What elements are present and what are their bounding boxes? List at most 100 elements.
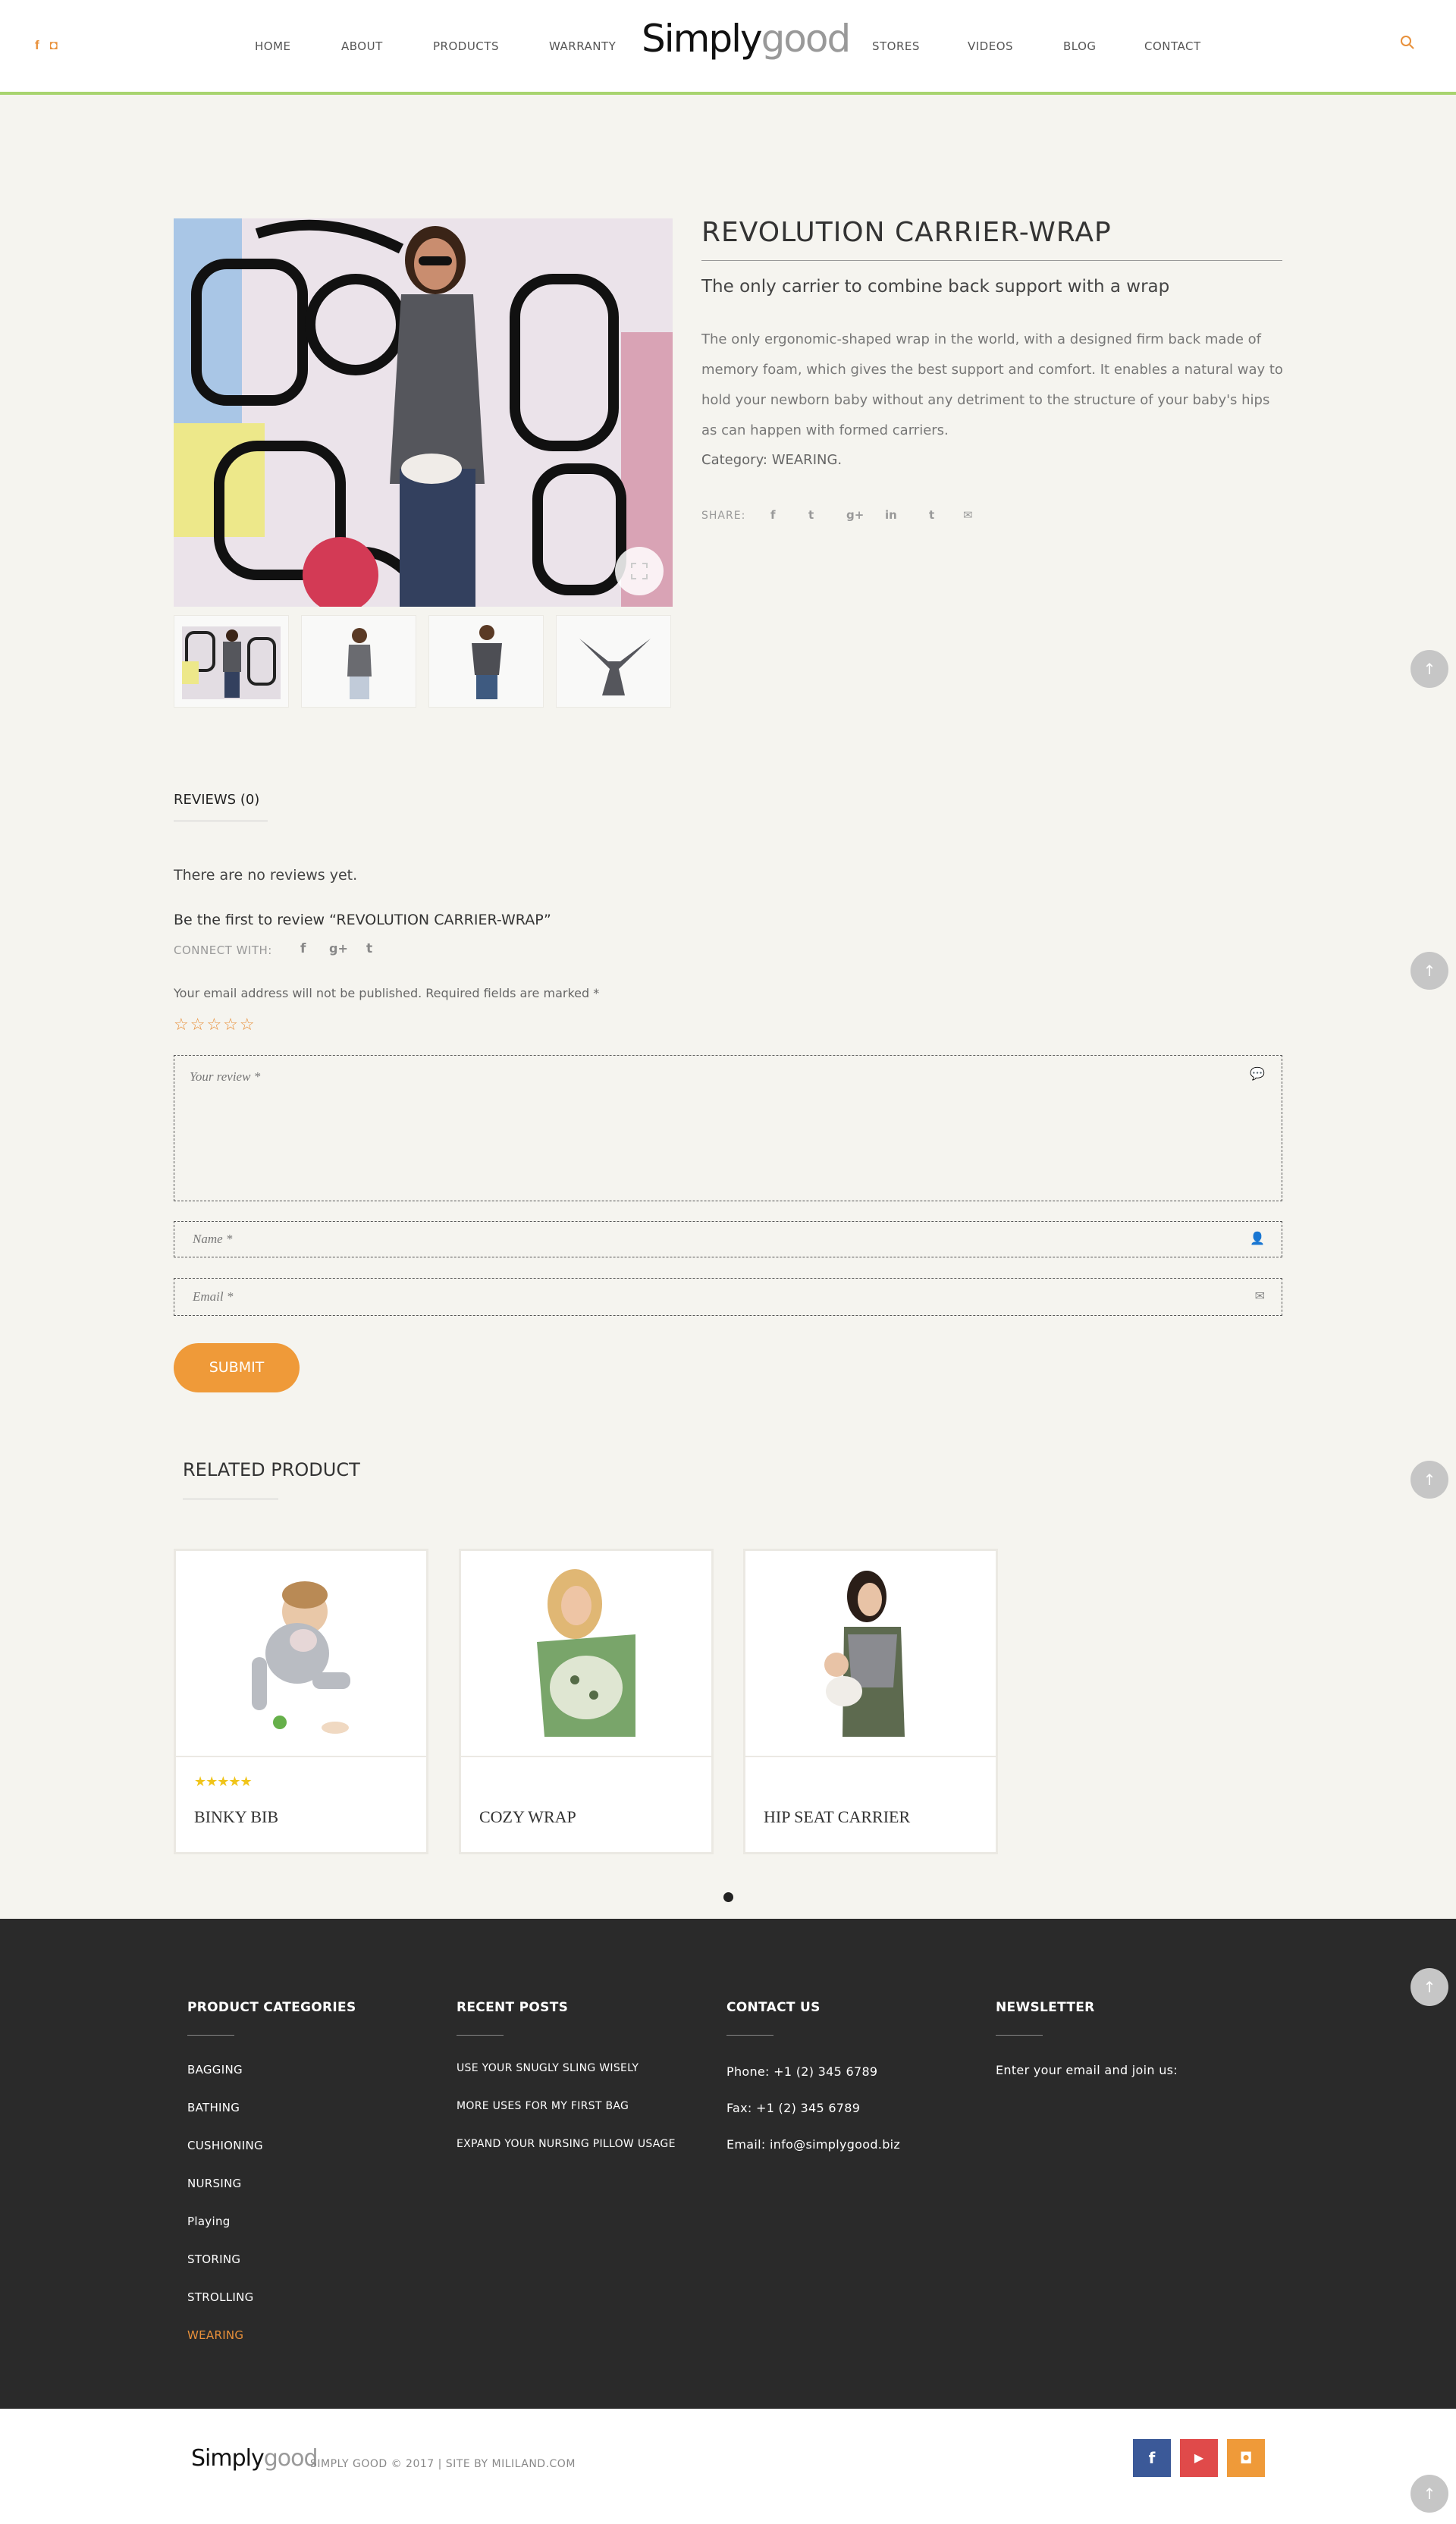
review-textarea[interactable]: Your review * 💬 [174,1055,1282,1201]
title-divider [701,260,1282,261]
logo-text-good: good [263,2445,318,2472]
connect-googleplus-icon[interactable]: g+ [329,941,348,956]
footer-post-item[interactable]: MORE USES FOR MY FIRST BAG [457,2100,629,2112]
related-product-name[interactable]: HIP SEAT CARRIER [764,1807,910,1827]
footer-category-item-active[interactable]: WEARING [187,2328,243,2342]
footer-category-item[interactable]: BATHING [187,2101,240,2114]
review-placeholder: Your review * [190,1069,261,1084]
submit-button[interactable]: SUBMIT [174,1343,300,1392]
share-googleplus-icon[interactable]: g+ [846,508,864,522]
footer-heading-newsletter: NEWSLETTER [996,2000,1095,2015]
email-notice: Your email address will not be published… [174,986,600,1000]
related-card-cozy-wrap[interactable]: COZY WRAP [459,1549,714,1854]
thumbnail-image [182,626,281,699]
product-main-image[interactable] [174,218,673,607]
rating-stars: ★★★★★ [194,1774,253,1789]
instagram-icon[interactable]: ◘ [50,38,58,53]
footer-post-item[interactable]: EXPAND YOUR NURSING PILLOW USAGE [457,2138,676,2150]
footer-fax: Fax: +1 (2) 345 6789 [726,2101,861,2115]
related-title: RELATED PRODUCT [183,1459,360,1480]
thumbnail-image [579,639,651,695]
product-thumbnail-2[interactable] [301,615,416,708]
nav-products[interactable]: PRODUCTS [433,39,499,53]
mother-carrier-photo [824,1571,905,1737]
email-placeholder: Email * [193,1289,234,1304]
nav-warranty[interactable]: WARRANTY [549,39,616,53]
share-linkedin-icon[interactable]: in [885,508,897,522]
card-divider [745,1756,996,1757]
related-product-name[interactable]: COZY WRAP [479,1807,576,1827]
scroll-top-button[interactable]: ↑ [1410,2475,1448,2513]
thumbnail-image [472,625,502,699]
product-thumbnail-3[interactable] [428,615,544,708]
card-divider [461,1756,711,1757]
footer-heading-contact: CONTACT US [726,2000,821,2015]
product-category[interactable]: Category: WEARING. [701,452,842,468]
logo-text-good: good [761,17,852,61]
zoom-button[interactable] [615,547,664,595]
rating-stars[interactable]: ☆☆☆☆☆ [174,1015,256,1034]
share-email-icon[interactable]: ✉ [963,508,973,522]
related-image[interactable] [176,1551,426,1756]
email-field[interactable]: Email * ✉ [174,1278,1282,1316]
connect-facebook-icon[interactable]: f [300,941,306,956]
mother-wrap-photo [537,1569,635,1737]
footer-category-item[interactable]: Playing [187,2215,231,2228]
footer-category-item[interactable]: STORING [187,2252,240,2266]
product-thumbnail-4[interactable] [556,615,671,708]
facebook-icon[interactable]: f [35,38,39,53]
share-facebook-icon[interactable]: f [770,508,776,522]
carousel-dot[interactable] [723,1892,733,1902]
nav-home[interactable]: HOME [255,39,291,53]
product-description: The only ergonomic-shaped wrap in the wo… [701,331,1283,438]
expand-icon [631,563,648,579]
first-review-text: Be the first to review “REVOLUTION CARRI… [174,912,551,928]
product-thumbnail-1[interactable] [174,615,289,708]
footer-heading-categories: PRODUCT CATEGORIES [187,2000,356,2015]
share-tumblr-icon[interactable]: t [929,508,934,522]
footer-post-item[interactable]: USE YOUR SNUGLY SLING WISELY [457,2062,639,2074]
nav-about[interactable]: ABOUT [341,39,383,53]
youtube-icon[interactable]: ▶ [1180,2439,1218,2477]
connect-twitter-icon[interactable]: t [366,941,372,956]
comment-icon: 💬 [1250,1068,1265,1081]
scroll-top-button[interactable]: ↑ [1410,952,1448,990]
name-placeholder: Name * [193,1232,233,1246]
instagram-icon[interactable]: ◘ [1227,2439,1265,2477]
footer-category-item[interactable]: NURSING [187,2177,242,2190]
footer-phone: Phone: +1 (2) 345 6789 [726,2064,878,2079]
footer-category-item[interactable]: STROLLING [187,2290,254,2304]
search-icon[interactable] [1400,35,1415,50]
nav-contact[interactable]: CONTACT [1144,39,1201,53]
product-subtitle: The only carrier to combine back support… [701,277,1170,297]
product-title: REVOLUTION CARRIER-WRAP [701,217,1112,248]
tab-reviews[interactable]: REVIEWS (0) [174,792,259,808]
scroll-top-button[interactable]: ↑ [1410,650,1448,688]
related-card-hip-seat-carrier[interactable]: HIP SEAT CARRIER [743,1549,998,1854]
user-icon: 👤 [1250,1232,1265,1245]
footer-email[interactable]: Email: info@simplygood.biz [726,2137,900,2152]
nav-stores[interactable]: STORES [872,39,920,53]
facebook-icon[interactable]: f [1133,2439,1171,2477]
footer-category-item[interactable]: BAGGING [187,2063,243,2077]
footer-underline [187,2035,234,2036]
scroll-top-button[interactable]: ↑ [1410,1968,1448,2006]
related-image[interactable] [461,1551,711,1756]
card-divider [176,1756,426,1757]
related-card-binky-bib[interactable]: ★★★★★ BINKY BIB [174,1549,428,1854]
site-header: f ◘ HOME ABOUT PRODUCTS WARRANTY Simplyg… [0,0,1456,95]
nav-videos[interactable]: VIDEOS [968,39,1013,53]
footer-heading-posts: RECENT POSTS [457,2000,569,2015]
name-field[interactable]: Name * 👤 [174,1221,1282,1257]
footer-underline [996,2035,1043,2036]
footer-category-item[interactable]: CUSHIONING [187,2139,263,2152]
scroll-top-button[interactable]: ↑ [1410,1461,1448,1499]
site-logo[interactable]: Simplygood [642,17,852,61]
nav-blog[interactable]: BLOG [1063,39,1097,53]
connect-with-label: CONNECT WITH: [174,943,272,957]
related-product-name[interactable]: BINKY BIB [194,1807,278,1827]
footer-logo[interactable]: Simplygood [191,2445,318,2472]
copyright-text: SIMPLY GOOD © 2017 | SITE BY MILILAND.CO… [310,2458,576,2470]
related-image[interactable] [745,1551,996,1756]
share-twitter-icon[interactable]: t [808,508,814,522]
